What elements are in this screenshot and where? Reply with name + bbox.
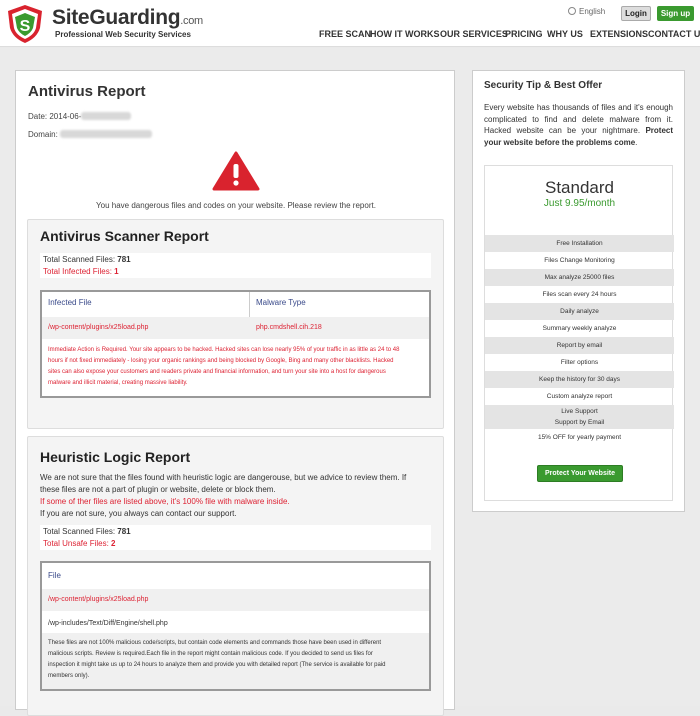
heuristic-report-title: Heuristic Logic Report xyxy=(40,449,191,465)
heuristic-stats: Total Scanned Files: 781 Total Unsafe Fi… xyxy=(40,525,431,550)
main-nav: FREE SCAN HOW IT WORKS OUR SERVICES PRIC… xyxy=(0,29,700,41)
security-tip-text: Every website has thousands of files and… xyxy=(484,103,673,147)
feature-item: Keep the history for 30 days xyxy=(485,371,674,388)
standard-plan-box: Standard Just 9.95/month Free Installati… xyxy=(484,165,674,501)
heuristic-report-card: Heuristic Logic Report We are not sure t… xyxy=(27,436,444,716)
redacted-domain xyxy=(60,130,153,138)
immediate-action-note: Immediate Action is Required. Your site … xyxy=(48,347,400,386)
feature-item: Report by email xyxy=(485,337,674,354)
globe-icon xyxy=(568,7,576,15)
feature-item-support: Live Support Support by Email xyxy=(485,405,674,429)
total-scanned-files: Total Scanned Files: 781 xyxy=(43,255,131,264)
heuristic-note-row: These files are not 100% malicious code/… xyxy=(42,633,429,689)
heuristic-file-path[interactable]: /wp-content/plugins/x25load.php xyxy=(48,596,148,603)
plan-price: Just 9.95/month xyxy=(543,198,616,209)
redacted-time xyxy=(81,112,132,120)
nav-free-scan[interactable]: FREE SCAN xyxy=(319,29,371,39)
nav-how-it-works[interactable]: HOW IT WORKS xyxy=(370,29,440,39)
heuristic-total-scanned: Total Scanned Files: 781 xyxy=(43,527,131,536)
heuristic-note: These files are not 100% malicious code/… xyxy=(48,640,386,679)
language-selector[interactable]: English xyxy=(568,7,605,16)
feature-item: 15% OFF for yearly payment xyxy=(537,434,622,441)
security-tip-panel: Security Tip & Best Offer Every website … xyxy=(472,70,685,512)
feature-item: Free Installation xyxy=(485,235,674,252)
warning-message: You have dangerous files and codes on yo… xyxy=(96,201,376,210)
plan-name: Standard xyxy=(545,178,614,197)
infected-file-path[interactable]: /wp-content/plugins/x25load.php xyxy=(48,324,148,331)
protect-website-button[interactable]: Protect Your Website xyxy=(537,465,623,482)
feature-item: Max analyze 25000 files xyxy=(485,269,674,286)
heuristic-contact-line: If you are not sure, you always can cont… xyxy=(40,509,237,518)
feature-item: Files scan every 24 hours xyxy=(542,291,617,298)
heuristic-intro-line-2: these files are not a part of plugin or … xyxy=(40,485,276,494)
heuristic-files-table: File /wp-content/plugins/x25load.php /wp… xyxy=(40,561,431,691)
heuristic-file-path[interactable]: /wp-includes/Text/Diff/Engine/shell.php xyxy=(48,620,168,627)
feature-item: Custom analyze report xyxy=(546,393,613,400)
table-row[interactable]: /wp-content/plugins/x25load.php xyxy=(42,589,429,611)
total-infected-files: Total Infected Files: 1 xyxy=(43,267,119,276)
heuristic-intro-line-1: We are not sure that the files found wit… xyxy=(40,473,407,482)
feature-item: Daily analyze xyxy=(485,303,674,320)
col-malware-type: Malware Type xyxy=(256,298,306,307)
heuristic-warning-line: If some of ther files are listed above, … xyxy=(40,497,290,506)
nav-contact-us[interactable]: CONTACT US xyxy=(648,29,700,39)
scanner-report-title: Antivirus Scanner Report xyxy=(40,228,209,244)
feature-item: Summary weekly analyze xyxy=(542,325,617,332)
feature-item: Files Change Monitoring xyxy=(544,257,615,264)
report-domain: Domain: xyxy=(28,130,153,139)
heuristic-total-unsafe: Total Unsafe Files: 2 xyxy=(43,539,116,548)
col-file: File xyxy=(48,571,61,580)
scanner-report-card: Antivirus Scanner Report Total Scanned F… xyxy=(27,219,444,429)
infected-files-table: Infected File Malware Type /wp-content/p… xyxy=(40,290,431,398)
signup-button[interactable]: Sign up xyxy=(657,6,694,21)
top-header: S SiteGuarding.com Professional Web Secu… xyxy=(0,0,700,47)
warning-icon xyxy=(212,151,260,191)
report-date: Date: 2014-06- xyxy=(28,112,132,121)
nav-pricing[interactable]: PRICING xyxy=(505,29,543,39)
login-button[interactable]: Login xyxy=(621,6,651,21)
antivirus-report-panel: Antivirus Report Date: 2014-06- Domain: … xyxy=(15,70,455,716)
report-title: Antivirus Report xyxy=(28,83,146,100)
col-infected-file: Infected File xyxy=(48,298,92,307)
column-divider xyxy=(249,292,250,317)
scanner-stats: Total Scanned Files: 781 Total Infected … xyxy=(40,253,431,278)
feature-item: Filter options xyxy=(560,359,599,366)
sidebar-title: Security Tip & Best Offer xyxy=(484,80,603,91)
nav-our-services[interactable]: OUR SERVICES xyxy=(440,29,508,39)
brand-name[interactable]: SiteGuarding.com xyxy=(52,6,203,30)
table-row[interactable]: /wp-content/plugins/x25load.php php.cmds… xyxy=(42,317,429,339)
nav-why-us[interactable]: WHY US xyxy=(547,29,583,39)
nav-extensions[interactable]: EXTENSIONS xyxy=(590,29,648,39)
malware-type: php.cmdshell.cih.218 xyxy=(256,324,322,331)
